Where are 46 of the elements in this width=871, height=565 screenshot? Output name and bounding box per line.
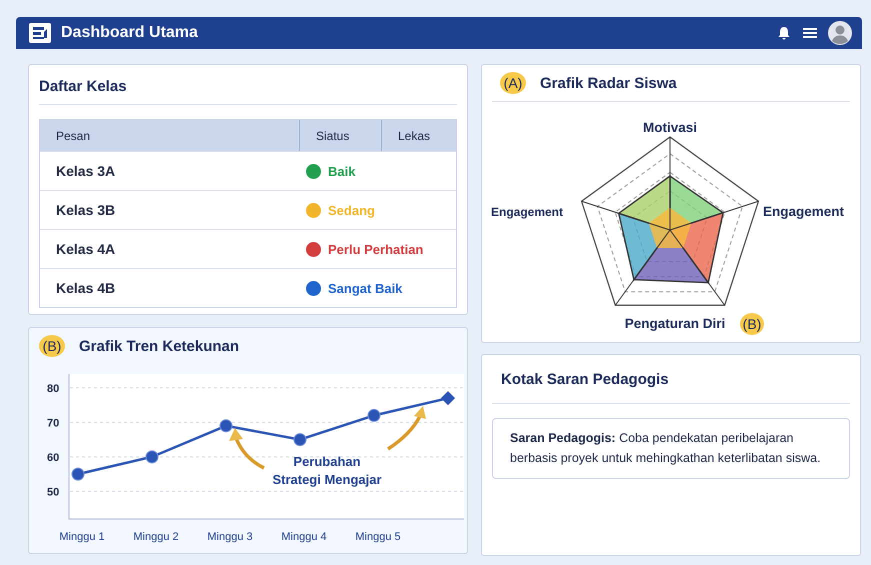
column-header: Lekas	[381, 120, 456, 151]
annotation-text: Perubahan Strategi Mengajar	[272, 454, 382, 487]
x-tick-label: Minggu 3	[207, 531, 253, 543]
axis-label: Pengaturan Diri	[624, 316, 726, 331]
card-title: Grafik Tren Ketekunan	[79, 338, 240, 354]
x-tick-label: Minggu 2	[133, 531, 179, 543]
status-label: Sangat Baik	[328, 280, 402, 296]
y-tick-label: 70	[47, 417, 60, 430]
annotation-arrow	[387, 406, 426, 450]
data-point	[146, 450, 158, 464]
badge: (A)	[500, 72, 526, 94]
class-name: Kelas 4A	[55, 241, 116, 257]
y-tick-label: 50	[47, 486, 60, 498]
axis-label: Motivasi	[643, 120, 697, 135]
column-header: Pesan	[55, 128, 92, 144]
y-tick-label: 60	[47, 452, 60, 464]
card-title: Daftar Kelas	[39, 78, 127, 94]
column-header: Siatus	[299, 120, 381, 151]
axis-label: Engagement	[763, 204, 844, 219]
dashboard-logo-icon	[29, 23, 51, 43]
x-tick-label: Minggu 4	[281, 531, 327, 543]
card-title: Grafik Radar Siswa	[540, 74, 677, 92]
app-title: Dashboard Utama	[61, 24, 199, 42]
x-tick-label: Minggu 5	[355, 531, 401, 543]
radar-inner-area	[648, 208, 692, 248]
data-point	[220, 419, 232, 432]
badge: (B)	[39, 335, 65, 357]
data-point	[368, 408, 380, 422]
class-name: Kelas 3A	[55, 163, 116, 179]
card-title: Kotak Saran Pedagogis	[501, 370, 669, 388]
class-name: Kelas 3B	[55, 202, 116, 218]
data-point	[72, 468, 84, 481]
suggestion-text: Saran Pedagogis: Coba pendekatan peribelajaran berbasis proyek untuk mehingkathan keterlibatan siswa.	[492, 418, 850, 479]
status-label: Sedang	[328, 202, 375, 218]
badge: (B)	[740, 313, 764, 335]
avatar-icon[interactable]	[828, 21, 852, 45]
bell-icon[interactable]	[776, 25, 792, 41]
y-tick-label: 80	[47, 382, 60, 395]
x-tick-label: Minggu 1	[59, 531, 105, 543]
data-point	[294, 433, 306, 446]
menu-icon[interactable]	[802, 25, 818, 41]
status-label: Baik	[328, 164, 356, 178]
annotation-arrow	[229, 428, 265, 470]
axis-label: Engagement	[490, 205, 563, 219]
status-label: Perlu Perhatian	[328, 242, 424, 256]
class-name: Kelas 4B	[55, 280, 116, 296]
